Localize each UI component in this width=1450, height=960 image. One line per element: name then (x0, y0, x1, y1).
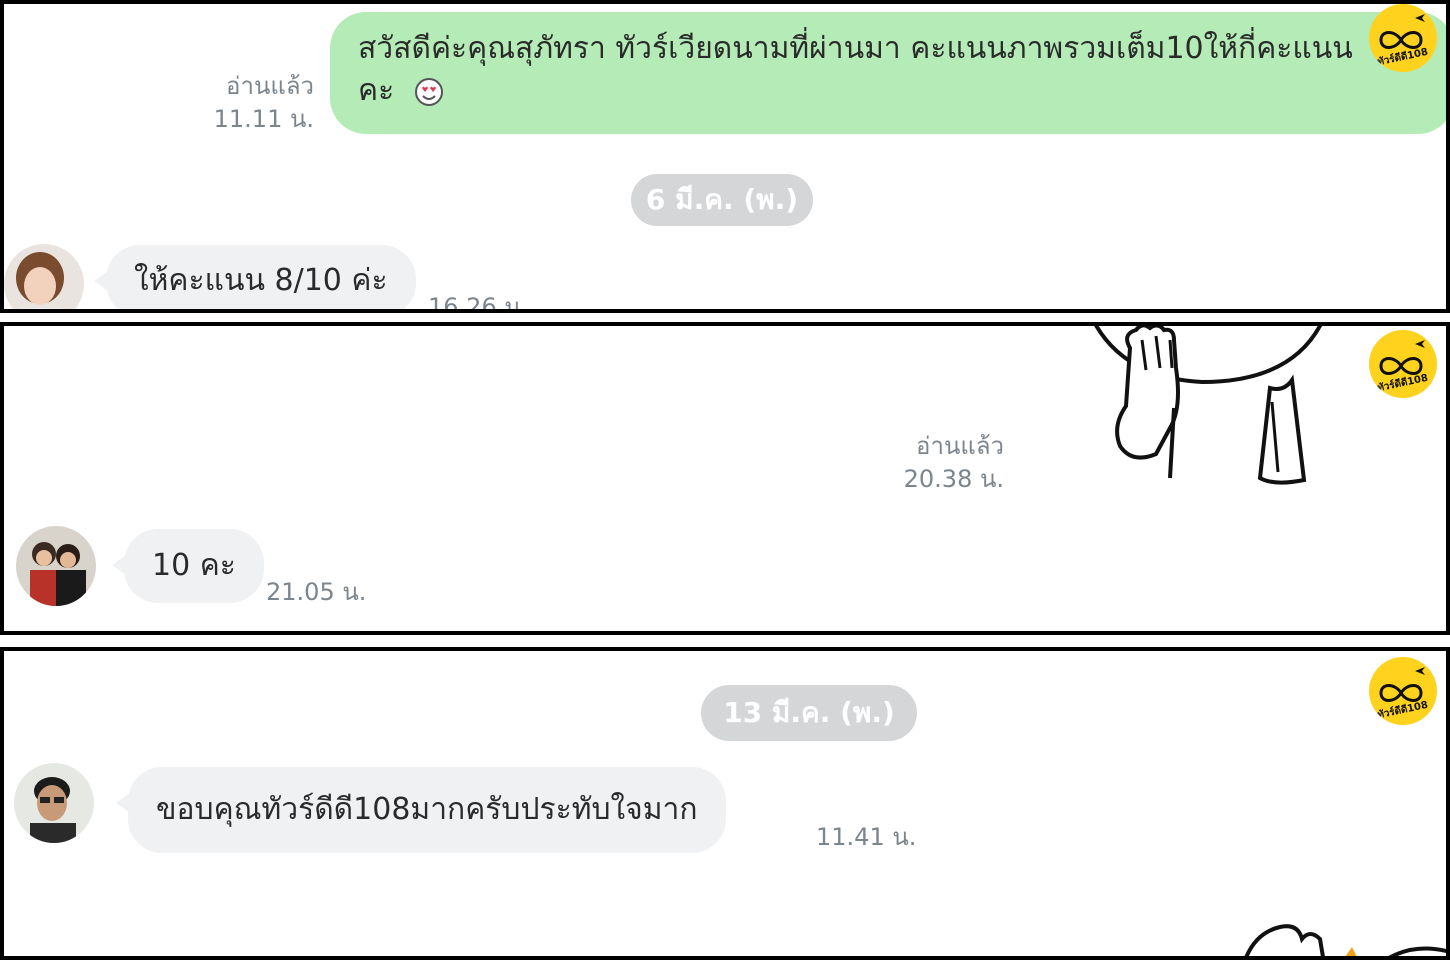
brand-logo-icon: ทัวร์ดีดี108 (1369, 330, 1437, 398)
message-text: ให้คะแนน 8/10 ค่ะ (134, 263, 388, 298)
brand-logo-icon: ทัวร์ดีดี108 (1369, 4, 1437, 72)
sticker-meta: อ่านแล้ว 20.38 น. (864, 430, 1004, 496)
message-text: ขอบคุณทัวร์ดีดี108มากครับประทับใจมาก (156, 792, 698, 827)
message-time: 16.26 น. (428, 293, 529, 313)
message-time: 11.41 น. (816, 823, 917, 851)
message-text: 10 คะ (152, 548, 236, 583)
chat-panel-3: ทัวร์ดีดี108 13 มี.ค. (พ.) ขอบคุณทัวร์ดี… (0, 647, 1450, 960)
message-time: 20.38 น. (903, 465, 1004, 493)
contact-avatar[interactable] (4, 244, 84, 309)
sticker-image[interactable] (1082, 322, 1342, 488)
incoming-message-bubble[interactable]: ให้คะแนน 8/10 ค่ะ (94, 245, 416, 309)
outgoing-message-bubble[interactable]: สวัสดีค่ะคุณสุภัทรา ทัวร์เวียดนามที่ผ่าน… (330, 12, 1446, 134)
heart-eyes-emoji-icon (414, 77, 443, 106)
chat-panel-2: ทัวร์ดีดี108 อ่านแล้ว 20.38 น. 10 คะ 21.… (0, 322, 1450, 635)
brand-logo-icon: ทัวร์ดีดี108 (1369, 657, 1437, 725)
read-receipt: อ่านแล้ว (226, 72, 314, 100)
read-receipt: อ่านแล้ว (916, 432, 1004, 460)
message-text-line-1: สวัสดีค่ะคุณสุภัทรา ทัวร์เวียดนามที่ผ่าน… (358, 31, 1353, 66)
sticker-image[interactable] (1234, 913, 1450, 960)
incoming-message-bubble[interactable]: 10 คะ (112, 529, 264, 603)
date-separator: 6 มี.ค. (พ.) (631, 174, 813, 226)
message-time: 11.11 น. (213, 105, 314, 133)
date-separator: 13 มี.ค. (พ.) (701, 685, 917, 741)
contact-avatar[interactable] (16, 526, 96, 606)
incoming-message-bubble[interactable]: ขอบคุณทัวร์ดีดี108มากครับประทับใจมาก (116, 767, 726, 853)
message-text-line-2: คะ (358, 70, 1426, 112)
message-meta: อ่านแล้ว 11.11 น. (174, 70, 314, 136)
contact-avatar[interactable] (14, 763, 94, 843)
chat-panel-1: อ่านแล้ว 11.11 น. สวัสดีค่ะคุณสุภัทรา ทั… (0, 0, 1450, 313)
message-time: 21.05 น. (266, 578, 367, 606)
